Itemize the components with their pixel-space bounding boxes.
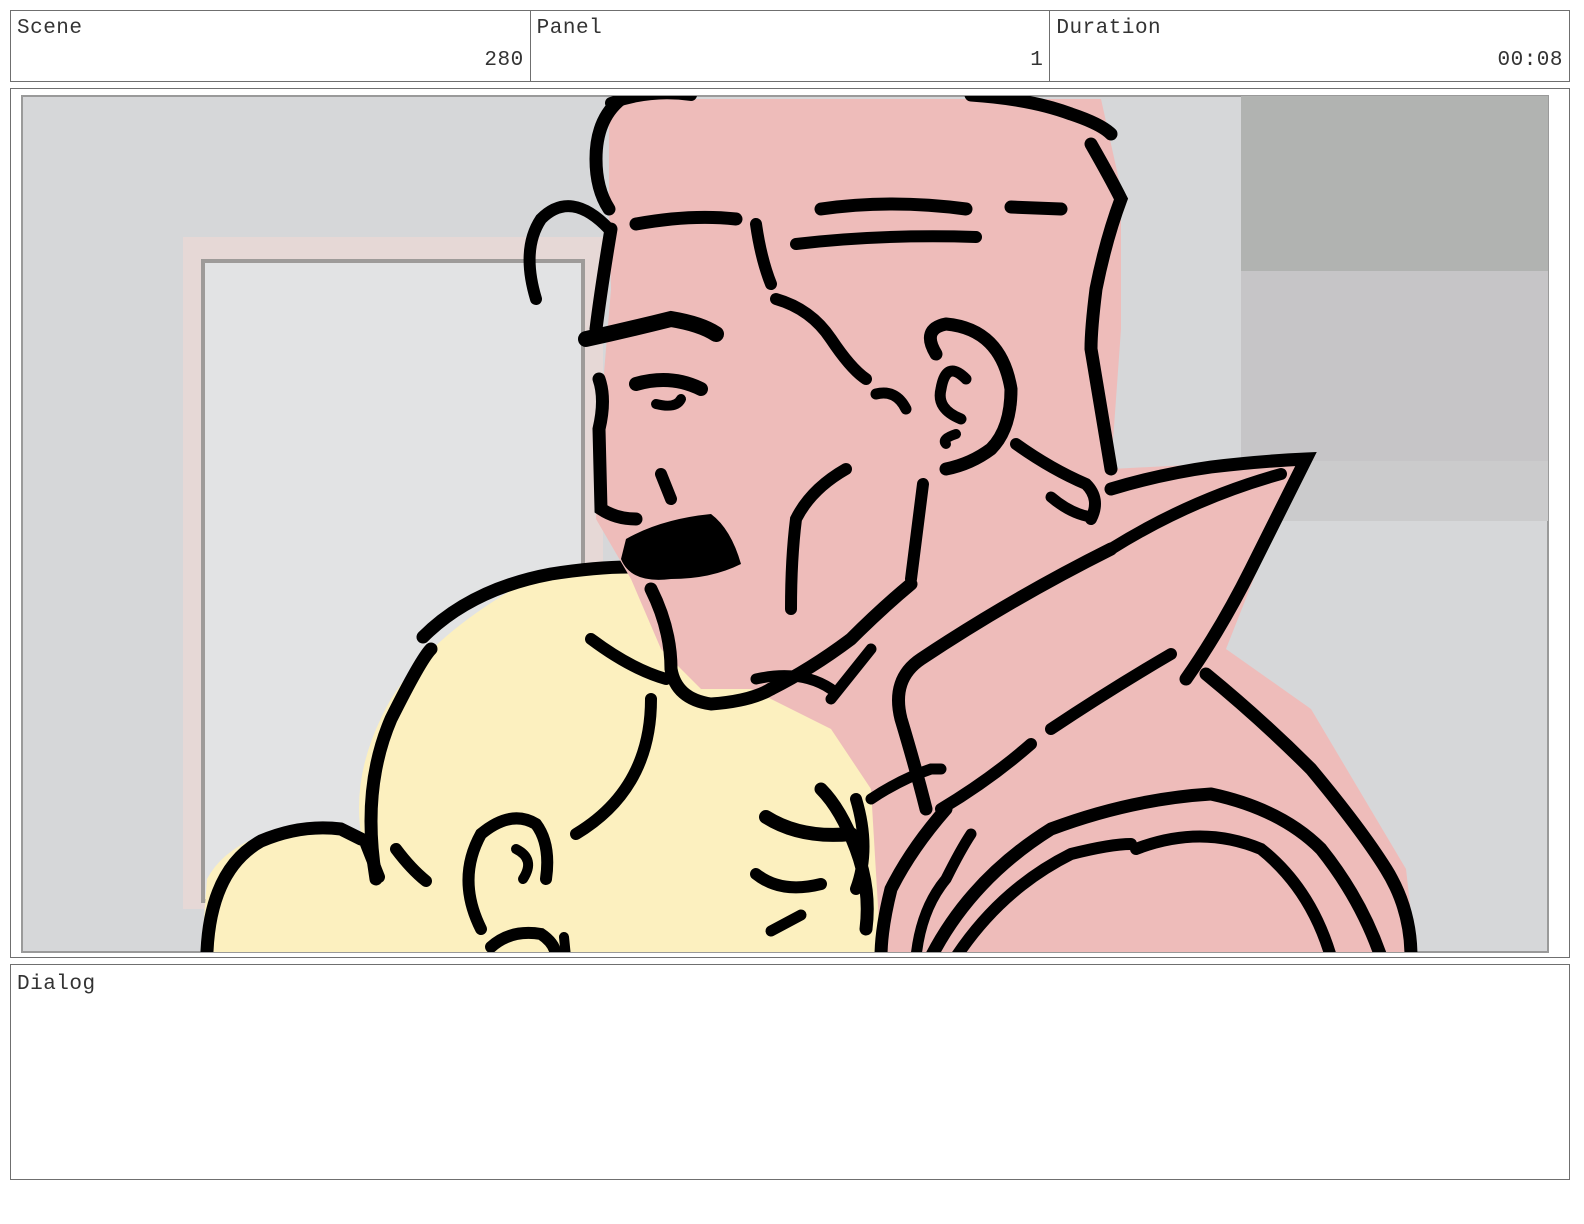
panel-label: Panel	[536, 17, 603, 40]
dialog-box[interactable]: Dialog	[10, 964, 1570, 1180]
duration-value[interactable]: 00:08	[1498, 49, 1564, 72]
storyboard-panel-frame	[10, 88, 1570, 958]
duration-label: Duration	[1056, 17, 1162, 40]
storyboard-header: Scene 280 Panel 1 Duration 00:08	[10, 10, 1570, 82]
scene-label: Scene	[17, 17, 83, 40]
duration-cell: Duration 00:08	[1050, 11, 1569, 81]
panel-drawing	[21, 95, 1549, 953]
panel-number[interactable]: 1	[1030, 49, 1043, 72]
panel-cell: Panel 1	[531, 11, 1051, 81]
scene-number[interactable]: 280	[484, 49, 523, 72]
dialog-label: Dialog	[17, 973, 96, 996]
scene-cell: Scene 280	[11, 11, 531, 81]
